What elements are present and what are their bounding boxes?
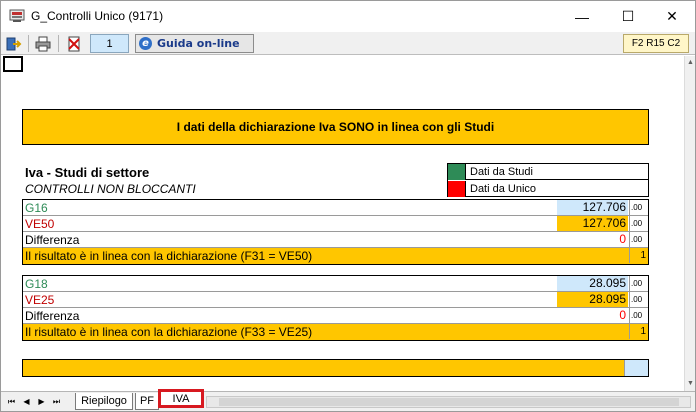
row-value[interactable]: 28.095: [557, 276, 628, 291]
row-decimals: .00: [629, 308, 649, 323]
status-banner-text: I dati della dichiarazione Iva SONO in l…: [176, 120, 495, 134]
result-text: Il risultato è in linea con la dichiaraz…: [25, 249, 313, 263]
toolbar: 1 e Guida on-line F2 R15 C2: [1, 32, 695, 55]
horizontal-scrollbar[interactable]: [206, 396, 691, 408]
row-value: 0: [557, 232, 628, 247]
data-row-g16: G16 127.706 .00: [23, 200, 648, 216]
row-decimals: .00: [629, 200, 649, 215]
legend-label-studi: Dati da Studi: [470, 165, 533, 178]
footer-bar: [22, 359, 649, 377]
printer-icon: [35, 36, 51, 51]
result-flag: 1: [629, 248, 649, 263]
minimize-button[interactable]: —: [559, 1, 605, 32]
status-banner: I dati della dichiarazione Iva SONO in l…: [22, 109, 649, 145]
section-title: Iva - Studi di settore: [25, 165, 150, 180]
row-label: G18: [25, 277, 48, 291]
scroll-down-icon[interactable]: ▼: [686, 379, 695, 389]
close-icon: ✕: [666, 8, 678, 24]
data-row-g18: G18 28.095 .00: [23, 276, 648, 292]
check-block-f33: G18 28.095 .00 VE25 28.095 .00 Differenz…: [22, 275, 649, 341]
result-row: Il risultato è in linea con la dichiaraz…: [23, 324, 648, 340]
row-label: Differenza: [25, 233, 80, 247]
legend: Dati da Studi Dati da Unico: [447, 163, 649, 197]
internet-explorer-icon: e: [139, 37, 152, 50]
worksheet: I dati della dichiarazione Iva SONO in l…: [1, 56, 684, 391]
close-button[interactable]: ✕: [649, 1, 695, 32]
app-window: G_Controlli Unico (9171) — ☐ ✕ 1 e Guida…: [0, 0, 696, 412]
row-value[interactable]: 28.095: [557, 292, 628, 307]
exit-icon: [6, 37, 22, 50]
previous-sheet-icon[interactable]: ◀: [20, 395, 33, 408]
app-icon: [9, 9, 25, 22]
data-row-difference: Differenza 0 .00: [23, 308, 648, 324]
first-sheet-icon[interactable]: ⏮: [5, 395, 18, 408]
result-row: Il risultato è in linea con la dichiaraz…: [23, 248, 648, 264]
scroll-up-icon[interactable]: ▲: [686, 58, 695, 68]
legend-label-unico: Dati da Unico: [470, 183, 537, 195]
row-label: G16: [25, 201, 48, 215]
row-value: 0: [557, 308, 628, 323]
data-row-difference: Differenza 0 .00: [23, 232, 648, 248]
selected-cell[interactable]: [3, 56, 23, 72]
delete-button[interactable]: [64, 34, 84, 53]
online-guide-button[interactable]: e Guida on-line: [135, 34, 254, 53]
last-sheet-icon[interactable]: ⏭: [50, 395, 63, 408]
legend-item-studi: Dati da Studi: [448, 163, 648, 180]
tab-riepilogo[interactable]: Riepilogo: [75, 393, 133, 410]
title-bar: G_Controlli Unico (9171) — ☐ ✕: [1, 1, 695, 32]
row-decimals: .00: [629, 232, 649, 247]
row-label: VE25: [25, 293, 55, 307]
toolbar-separator: [58, 35, 59, 52]
section-subtitle: CONTROLLI NON BLOCCANTI: [25, 182, 196, 196]
row-decimals: .00: [629, 216, 649, 231]
tab-iva[interactable]: IVA: [158, 389, 204, 408]
online-guide-label: Guida on-line: [157, 37, 240, 50]
toolbar-separator: [28, 35, 29, 52]
data-row-ve25: VE25 28.095 .00: [23, 292, 648, 308]
row-value[interactable]: 127.706: [557, 200, 628, 215]
cell-reference-indicator: F2 R15 C2: [623, 34, 689, 53]
data-row-ve50: VE50 127.706 .00: [23, 216, 648, 232]
footer-bar-end-cell[interactable]: [624, 360, 648, 376]
tab-pf[interactable]: PF: [135, 393, 159, 410]
row-label: VE50: [25, 217, 55, 231]
result-text: Il risultato è in linea con la dichiaraz…: [25, 325, 313, 339]
print-button[interactable]: [33, 34, 53, 53]
exit-button[interactable]: [4, 34, 24, 53]
next-sheet-icon[interactable]: ▶: [35, 395, 48, 408]
legend-swatch-unico: [448, 181, 466, 197]
sheet-tab-bar: ⏮ ◀ ▶ ⏭ Riepilogo PF IVA: [1, 389, 695, 411]
legend-swatch-studi: [448, 163, 466, 180]
row-decimals: .00: [629, 292, 649, 307]
page-number-field[interactable]: 1: [90, 34, 129, 53]
row-value[interactable]: 127.706: [557, 216, 628, 231]
result-flag: 1: [629, 324, 649, 339]
vertical-scrollbar[interactable]: ▲ ▼: [684, 56, 695, 391]
maximize-icon: ☐: [621, 8, 635, 24]
horizontal-scroll-thumb[interactable]: [219, 398, 679, 406]
minimize-icon: —: [575, 8, 589, 25]
window-title: G_Controlli Unico (9171): [31, 9, 164, 23]
row-label: Differenza: [25, 309, 80, 323]
row-decimals: .00: [629, 276, 649, 291]
maximize-button[interactable]: ☐: [605, 1, 651, 32]
check-block-f31: G16 127.706 .00 VE50 127.706 .00 Differe…: [22, 199, 649, 265]
legend-item-unico: Dati da Unico: [448, 181, 648, 197]
delete-document-icon: [68, 36, 80, 51]
